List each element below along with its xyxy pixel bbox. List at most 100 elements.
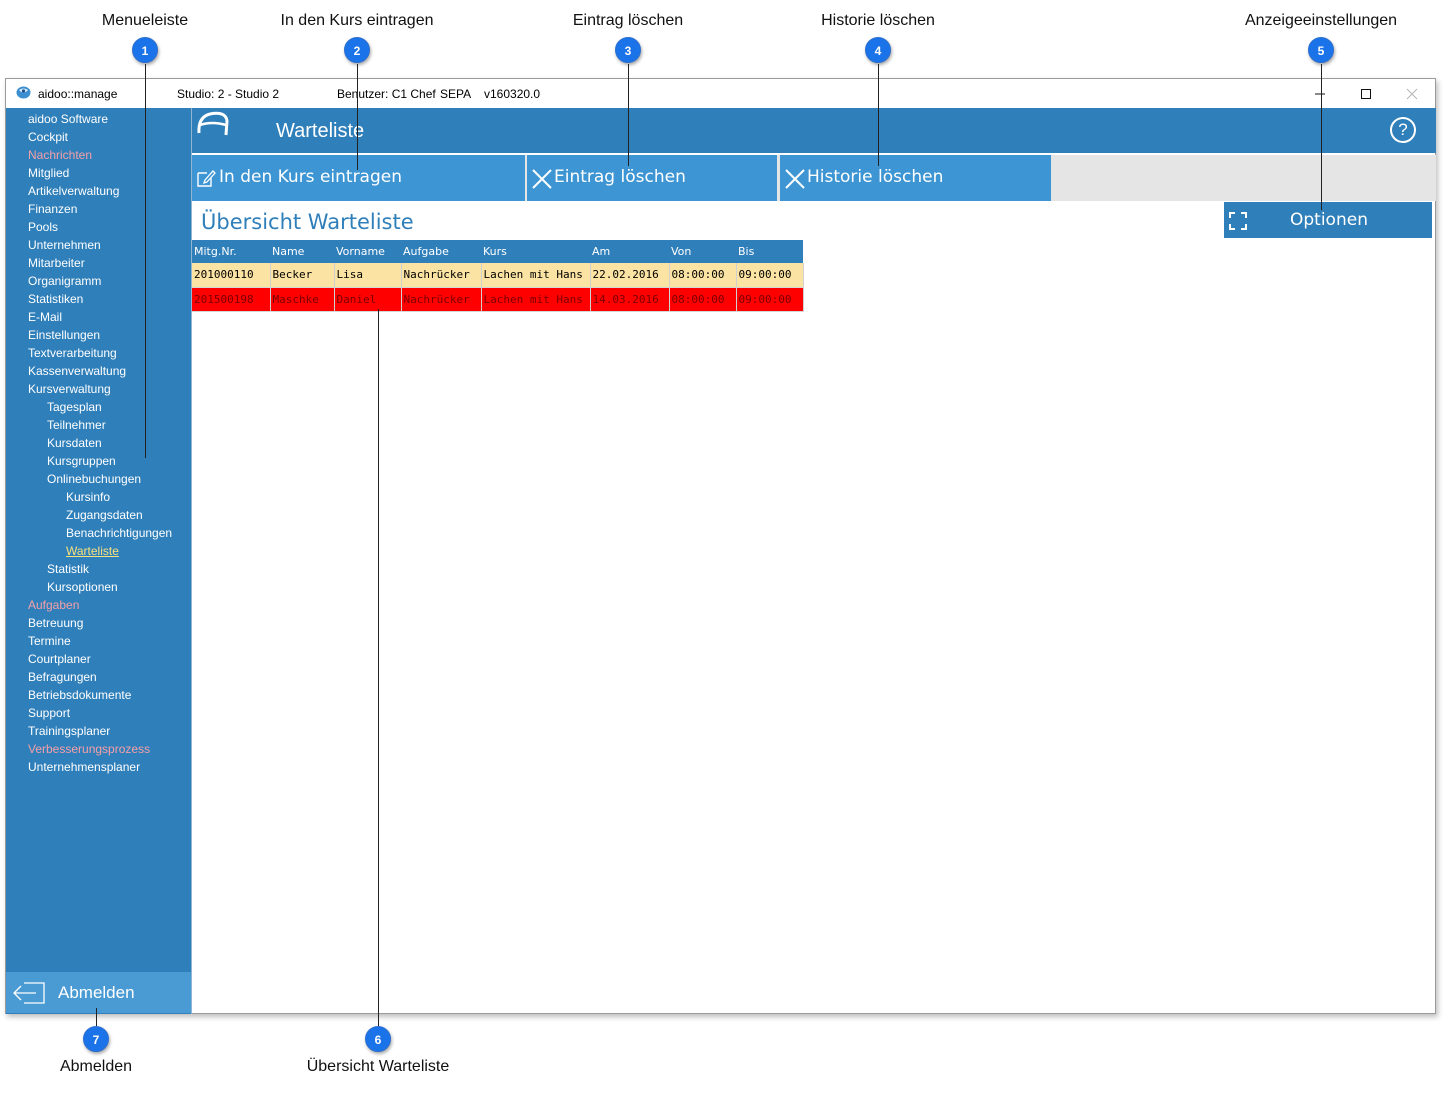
table-row[interactable]: 201000110 Becker Lisa Nachrücker Lachen mit …	[192, 263, 804, 288]
sidebar-item-courtplaner[interactable]: Courtplaner	[6, 650, 191, 668]
table-cell: Becker	[270, 263, 335, 288]
sidebar-item-unternehmen[interactable]: Unternehmen	[6, 236, 191, 254]
close-window-button[interactable]	[1389, 79, 1435, 108]
maximize-icon	[1361, 89, 1371, 100]
options-button[interactable]: Optionen	[1224, 202, 1432, 238]
sidebar-menu: aidoo Software Cockpit Nachrichten Mitglied…	[6, 110, 191, 776]
sidebar-item-mitarbeiter[interactable]: Mitarbeiter	[6, 254, 191, 272]
aidoo-logo-icon	[197, 111, 229, 136]
sidebar-item-unternehmensplaner[interactable]: Unternehmensplaner	[6, 758, 191, 776]
table-cell: 09:00:00	[736, 263, 804, 288]
logout-button[interactable]: Abmelden	[6, 972, 191, 1013]
table-cell: 201000110	[192, 263, 271, 288]
annotation-line-5	[1321, 64, 1322, 210]
sidebar-item-aidoo-software[interactable]: aidoo Software	[6, 110, 191, 128]
enroll-in-course-button[interactable]: In den Kurs eintragen	[192, 155, 525, 201]
sidebar-item-textverarbeitung[interactable]: Textverarbeitung	[6, 344, 191, 362]
clear-history-button[interactable]: Historie löschen	[780, 155, 1051, 201]
edit-icon	[197, 170, 216, 187]
column-header-aufgabe[interactable]: Aufgabe	[401, 240, 481, 263]
sidebar-item-einstellungen[interactable]: Einstellungen	[6, 326, 191, 344]
sidebar-item-support[interactable]: Support	[6, 704, 191, 722]
sidebar-item-mitglied[interactable]: Mitglied	[6, 164, 191, 182]
options-label: Optionen	[1290, 210, 1368, 230]
title-bar: aidoo::manage Studio: 2 - Studio 2 Benut…	[6, 79, 1435, 108]
table-cell: 14.03.2016	[590, 287, 670, 312]
annotation-label-5: Anzeigeeinstellungen	[1244, 12, 1398, 29]
sidebar-item-statistik[interactable]: Statistik	[6, 560, 191, 578]
table-body: 201000110 Becker Lisa Nachrücker Lachen mit …	[192, 263, 804, 312]
sidebar-item-termine[interactable]: Termine	[6, 632, 191, 650]
table-row[interactable]: 201500198 Maschke Daniel Nachrücker Lachen m…	[192, 287, 804, 312]
column-header-bis[interactable]: Bis	[736, 240, 803, 263]
toolbar: In den Kurs eintragen Eintrag löschen Hi…	[192, 155, 1436, 201]
sidebar-item-warteliste[interactable]: Warteliste	[6, 542, 191, 560]
annotation-badge-3: 3	[615, 37, 641, 63]
table-cell: 08:00:00	[669, 263, 737, 288]
waitlist-table: Mitg.Nr. Name Vorname Aufgabe Kurs Am Vo…	[192, 240, 804, 312]
annotation-label-6: Übersicht Warteliste	[306, 1058, 450, 1075]
column-header-von[interactable]: Von	[669, 240, 736, 263]
column-header-mitg-nr[interactable]: Mitg.Nr.	[192, 240, 270, 263]
help-icon: ?	[1398, 120, 1408, 139]
table-cell: 09:00:00	[736, 287, 804, 312]
annotation-label-1: Menueleiste	[101, 12, 189, 29]
table-cell: Daniel	[334, 287, 402, 312]
sidebar-item-betriebsdokumente[interactable]: Betriebsdokumente	[6, 686, 191, 704]
sidebar-item-tagesplan[interactable]: Tagesplan	[6, 398, 191, 416]
sidebar-item-e-mail[interactable]: E-Mail	[6, 308, 191, 326]
sidebar-item-kassenverwaltung[interactable]: Kassenverwaltung	[6, 362, 191, 380]
delete-entry-button[interactable]: Eintrag löschen	[527, 155, 777, 201]
page-title: Warteliste	[276, 120, 365, 142]
table-header-row: Mitg.Nr. Name Vorname Aufgabe Kurs Am Vo…	[192, 240, 803, 263]
table-cell: Nachrücker	[401, 263, 482, 288]
minimize-button[interactable]	[1297, 79, 1343, 108]
logout-label: Abmelden	[58, 983, 135, 1002]
sidebar-item-artikelverwaltung[interactable]: Artikelverwaltung	[6, 182, 191, 200]
sidebar-item-verbesserungsprozess[interactable]: Verbesserungsprozess	[6, 740, 191, 758]
delete-label: Eintrag löschen	[554, 167, 686, 187]
sidebar-item-kursgruppen[interactable]: Kursgruppen	[6, 452, 191, 470]
table-cell: 22.02.2016	[590, 263, 670, 288]
enroll-label: In den Kurs eintragen	[219, 167, 402, 187]
sidebar-item-kursdaten[interactable]: Kursdaten	[6, 434, 191, 452]
annotation-line-6	[378, 309, 379, 1026]
annotation-badge-7: 7	[83, 1026, 109, 1052]
column-header-name[interactable]: Name	[270, 240, 334, 263]
sidebar-item-organigramm[interactable]: Organigramm	[6, 272, 191, 290]
app-name: aidoo::manage	[38, 87, 118, 101]
expand-icon	[1229, 212, 1247, 230]
sidebar-item-finanzen[interactable]: Finanzen	[6, 200, 191, 218]
table-cell: Lisa	[334, 263, 402, 288]
sidebar-item-onlinebuchungen[interactable]: Onlinebuchungen	[6, 470, 191, 488]
user-info: Benutzer: C1 Chef	[337, 87, 436, 101]
annotation-badge-2: 2	[344, 37, 370, 63]
sidebar-item-kursinfo[interactable]: Kursinfo	[6, 488, 191, 506]
column-header-kurs[interactable]: Kurs	[481, 240, 590, 263]
sidebar-item-benachrichtigungen[interactable]: Benachrichtigungen	[6, 524, 191, 542]
help-button[interactable]: ?	[1390, 117, 1416, 143]
annotation-line-4	[878, 64, 879, 166]
sidebar-item-kursverwaltung[interactable]: Kursverwaltung	[6, 380, 191, 398]
sidebar-item-aufgaben[interactable]: Aufgaben	[6, 596, 191, 614]
column-header-vorname[interactable]: Vorname	[334, 240, 401, 263]
annotation-label-2: In den Kurs eintragen	[280, 12, 434, 29]
sidebar-item-teilnehmer[interactable]: Teilnehmer	[6, 416, 191, 434]
sidebar-item-befragungen[interactable]: Befragungen	[6, 668, 191, 686]
sidebar-item-zugangsdaten[interactable]: Zugangsdaten	[6, 506, 191, 524]
annotation-badge-6: 6	[365, 1026, 391, 1052]
annotation-line-1	[145, 64, 146, 458]
sidebar-item-cockpit[interactable]: Cockpit	[6, 128, 191, 146]
sidebar-item-nachrichten[interactable]: Nachrichten	[6, 146, 191, 164]
sidebar: aidoo Software Cockpit Nachrichten Mitglied…	[6, 108, 191, 1014]
column-header-am[interactable]: Am	[590, 240, 669, 263]
table-cell: Maschke	[270, 287, 335, 312]
sidebar-item-pools[interactable]: Pools	[6, 218, 191, 236]
sidebar-item-statistiken[interactable]: Statistiken	[6, 290, 191, 308]
maximize-button[interactable]	[1343, 79, 1389, 108]
content-title: Übersicht Warteliste	[201, 210, 414, 234]
sidebar-item-kursoptionen[interactable]: Kursoptionen	[6, 578, 191, 596]
clear-history-x-icon	[785, 169, 805, 189]
sidebar-item-betreuung[interactable]: Betreuung	[6, 614, 191, 632]
sidebar-item-trainingsplaner[interactable]: Trainingsplaner	[6, 722, 191, 740]
